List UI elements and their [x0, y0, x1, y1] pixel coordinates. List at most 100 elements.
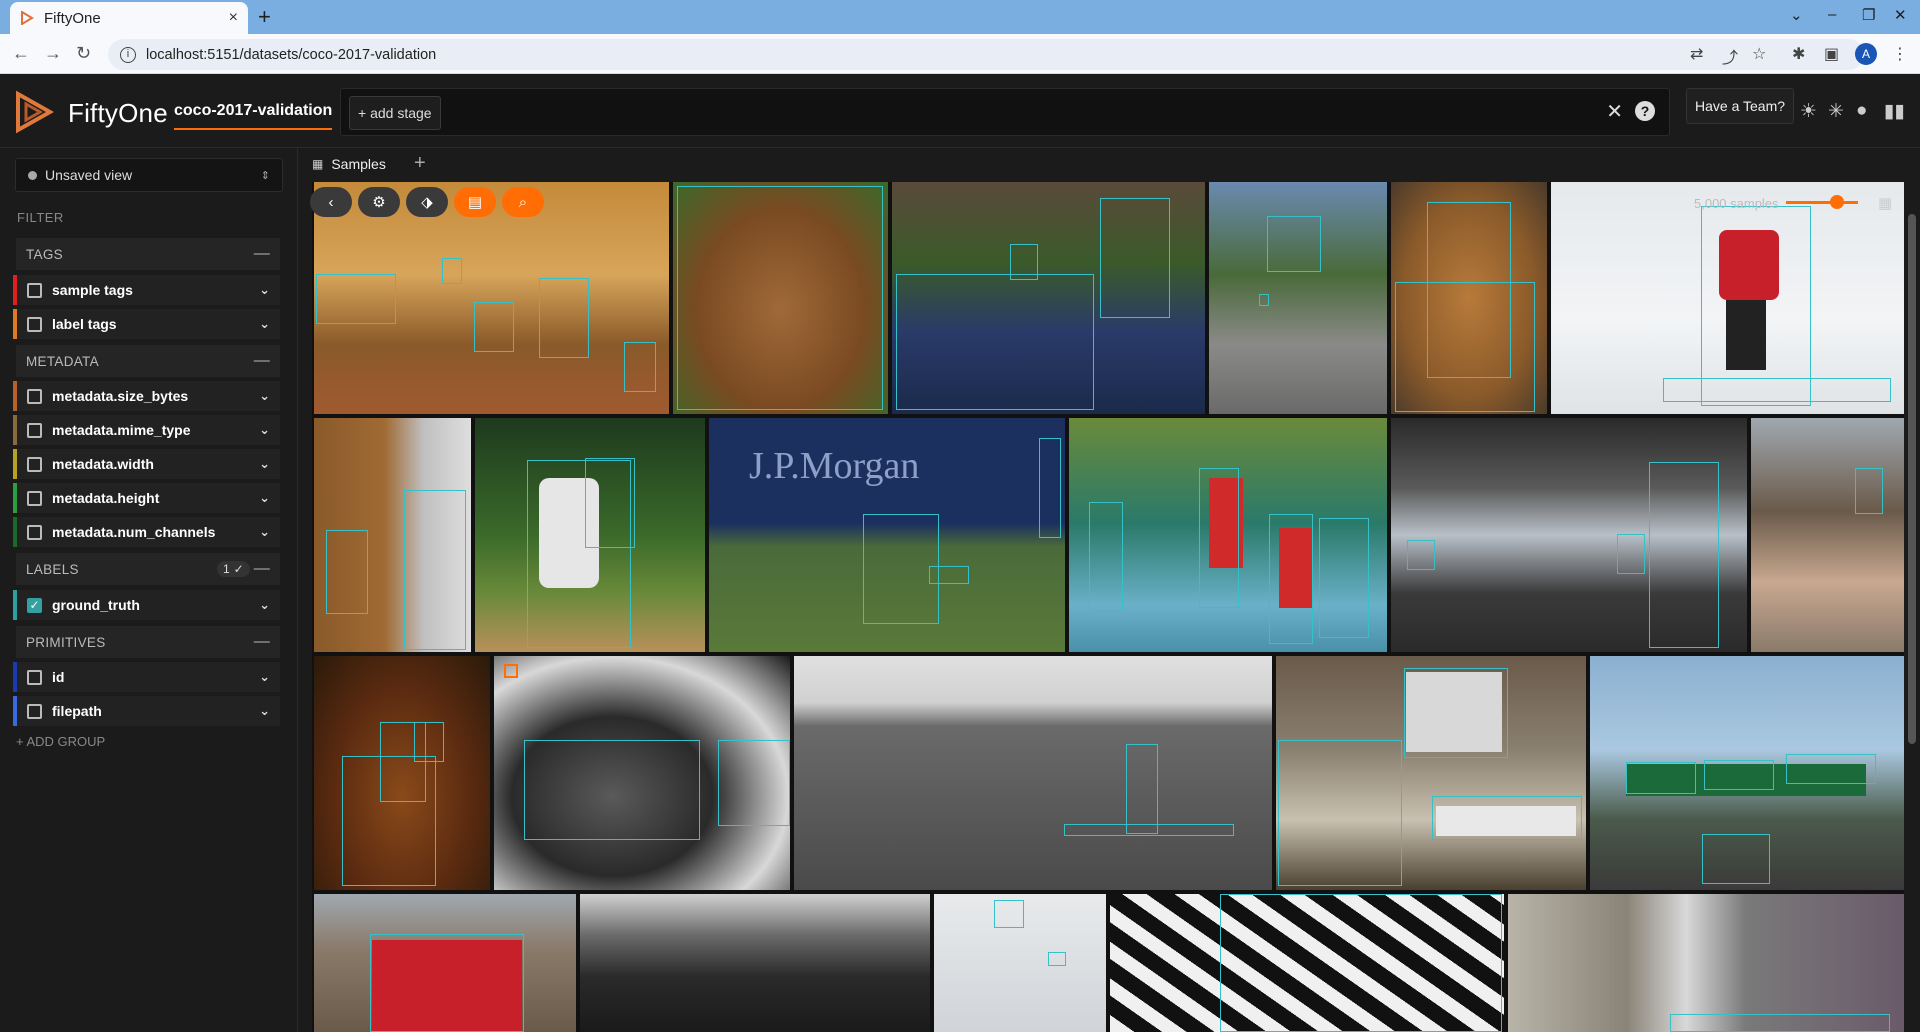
sample-tile[interactable]	[1391, 182, 1547, 414]
checkbox[interactable]	[27, 316, 42, 332]
checkbox[interactable]	[27, 524, 42, 540]
have-a-team-button[interactable]: Have a Team?	[1686, 88, 1795, 124]
chevron-down-icon[interactable]: ⌄	[259, 703, 270, 719]
chevron-down-icon[interactable]: ⌄	[259, 388, 270, 404]
sample-tile[interactable]	[1276, 656, 1586, 890]
group-labels-header[interactable]: LABELS 1 ✓ —	[16, 553, 280, 585]
checkbox[interactable]	[27, 703, 42, 719]
sample-tile[interactable]	[1069, 418, 1387, 652]
new-tab-button[interactable]: +	[258, 4, 271, 30]
back-arrow-icon[interactable]: ←	[12, 43, 30, 64]
side-panel-icon[interactable]: ▣	[1824, 44, 1839, 64]
browser-menu-icon[interactable]: ⋮	[1892, 44, 1908, 64]
group-metadata-header[interactable]: METADATA —	[16, 345, 280, 377]
field-ground-truth[interactable]: ✓ ground_truth ⌄	[13, 590, 280, 620]
sample-tile[interactable]	[475, 418, 705, 652]
minimize-icon[interactable]: –	[1828, 6, 1836, 23]
sample-tile[interactable]	[934, 894, 1106, 1032]
sample-tile[interactable]	[1551, 182, 1904, 414]
dataset-selector[interactable]: coco-2017-validation	[174, 102, 333, 130]
view-bar[interactable]: + add stage ✕ ?	[340, 88, 1670, 136]
translate-icon[interactable]: ⇄	[1690, 44, 1703, 64]
search-icon[interactable]: ⌕	[502, 187, 544, 217]
sample-tile[interactable]	[1590, 656, 1904, 890]
field-label-tags[interactable]: label tags ⌄	[13, 309, 280, 339]
field-metadata-size-bytes[interactable]: metadata.size_bytes ⌄	[13, 381, 280, 411]
checkbox[interactable]	[27, 388, 42, 404]
close-window-icon[interactable]: ✕	[1894, 6, 1907, 24]
sample-tile[interactable]	[1110, 894, 1504, 1032]
checkbox[interactable]	[27, 456, 42, 472]
sample-tile[interactable]: J.P.Morgan	[709, 418, 1065, 652]
chevron-down-icon[interactable]: ⌄	[259, 669, 270, 685]
chevron-down-icon[interactable]: ⌄	[259, 316, 270, 332]
chevron-down-icon[interactable]: ⌄	[259, 422, 270, 438]
sample-tile[interactable]	[580, 894, 930, 1032]
site-info-icon[interactable]: i	[120, 46, 136, 63]
field-id[interactable]: id ⌄	[13, 662, 280, 692]
clear-view-icon[interactable]: ✕	[1606, 99, 1623, 124]
checkbox-checked[interactable]: ✓	[27, 597, 42, 613]
browser-tab[interactable]: FiftyOne ×	[10, 2, 248, 34]
docs-book-icon[interactable]: ▮▮	[1884, 100, 1905, 123]
sample-tile[interactable]	[892, 182, 1205, 414]
tab-search-icon[interactable]: ⌄	[1790, 6, 1803, 24]
field-metadata-height[interactable]: metadata.height ⌄	[13, 483, 280, 513]
address-bar[interactable]: i localhost:5151/datasets/coco-2017-vali…	[108, 39, 1864, 70]
collapse-icon[interactable]: —	[254, 352, 270, 370]
forward-arrow-icon[interactable]: →	[44, 43, 62, 64]
close-tab-icon[interactable]: ×	[229, 9, 238, 27]
grid-scrollbar-thumb[interactable]	[1908, 214, 1916, 744]
help-icon[interactable]: ?	[1635, 101, 1655, 121]
sample-tile[interactable]	[314, 656, 490, 890]
sample-tile[interactable]	[494, 656, 790, 890]
collapse-icon[interactable]: —	[254, 245, 270, 263]
checkbox[interactable]	[27, 490, 42, 506]
reload-icon[interactable]: ↻	[76, 43, 91, 64]
field-sample-tags[interactable]: sample tags ⌄	[13, 275, 280, 305]
patches-icon[interactable]: ▤	[454, 187, 496, 217]
sample-tile[interactable]	[314, 894, 576, 1032]
chevron-down-icon[interactable]: ⌄	[259, 597, 270, 613]
sample-tile[interactable]	[673, 182, 888, 414]
bookmark-star-icon[interactable]: ☆	[1752, 44, 1766, 64]
chevron-down-icon[interactable]: ⌄	[259, 524, 270, 540]
chevron-down-icon[interactable]: ⌄	[259, 456, 270, 472]
sample-tile[interactable]	[1508, 894, 1904, 1032]
extensions-icon[interactable]: ✱	[1792, 44, 1805, 64]
slack-icon[interactable]: ✳	[1828, 100, 1844, 123]
saved-view-selector[interactable]: Unsaved view ⇕	[15, 158, 283, 192]
labels-count-badge[interactable]: 1 ✓	[217, 561, 250, 577]
fiftyone-logo-icon[interactable]	[14, 90, 54, 134]
sample-tile[interactable]	[794, 656, 1272, 890]
group-tags-header[interactable]: TAGS —	[16, 238, 280, 270]
zoom-slider-track[interactable]	[1786, 201, 1858, 204]
sample-tile[interactable]	[1751, 418, 1904, 652]
collapse-icon[interactable]: —	[254, 633, 270, 651]
field-metadata-num-channels[interactable]: metadata.num_channels ⌄	[13, 517, 280, 547]
field-metadata-mime-type[interactable]: metadata.mime_type ⌄	[13, 415, 280, 445]
chevron-down-icon[interactable]: ⌄	[259, 490, 270, 506]
add-group-button[interactable]: + ADD GROUP	[16, 734, 105, 749]
checkbox[interactable]	[27, 422, 42, 438]
chevron-down-icon[interactable]: ⌄	[259, 282, 270, 298]
field-filepath[interactable]: filepath ⌄	[13, 696, 280, 726]
zoom-slider-handle[interactable]	[1830, 195, 1844, 209]
tag-icon[interactable]: ⬗	[406, 187, 448, 217]
github-icon[interactable]: ●	[1856, 100, 1867, 122]
collapse-icon[interactable]: —	[254, 560, 270, 578]
sample-tile[interactable]	[314, 418, 471, 652]
sample-tile[interactable]	[314, 182, 669, 414]
add-panel-button[interactable]: +	[414, 152, 426, 175]
checkbox[interactable]	[27, 669, 42, 685]
settings-gear-icon[interactable]: ⚙	[358, 187, 400, 217]
share-icon[interactable]: ⤴	[1722, 44, 1738, 68]
add-stage-button[interactable]: + add stage	[349, 96, 441, 130]
grid-layout-icon[interactable]: ▦	[1878, 194, 1892, 212]
tab-samples[interactable]: ▦ Samples	[312, 156, 386, 172]
sample-tile[interactable]	[1391, 418, 1747, 652]
back-icon[interactable]: ‹	[310, 187, 352, 217]
field-metadata-width[interactable]: metadata.width ⌄	[13, 449, 280, 479]
group-primitives-header[interactable]: PRIMITIVES —	[16, 626, 280, 658]
restore-icon[interactable]: ❐	[1862, 6, 1875, 24]
